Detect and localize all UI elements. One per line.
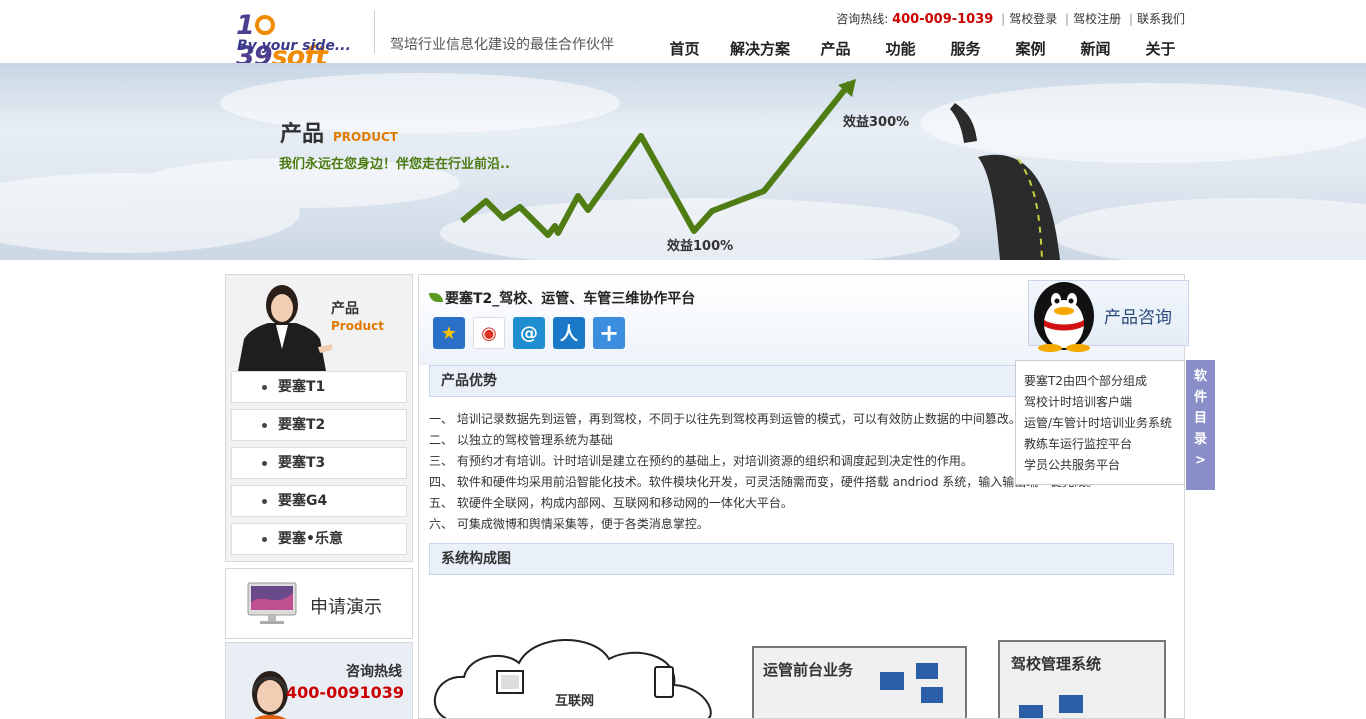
sidebar-item-t2[interactable]: 要塞T2	[231, 409, 407, 441]
product-menu: 产品 Product 要塞T1 要塞T2 要塞T3 要塞G4 要塞•乐意	[225, 274, 413, 562]
request-demo-button[interactable]: 申请演示	[225, 568, 413, 639]
main-nav: 首页 解决方案 产品 功能 服务 案例 新闻 关于	[652, 38, 1193, 59]
banner-slogan: 我们永远在您身边！伴您走在行业前沿..	[279, 157, 510, 172]
nav-features[interactable]: 功能	[868, 38, 933, 59]
catalog-tab[interactable]: 软 件 目 录 >	[1186, 360, 1215, 490]
section-diagram: 系统构成图	[429, 543, 1174, 575]
hotline-title: 咨询热线	[346, 664, 402, 680]
top-links: 咨询热线: 400-009-1039 | 驾校登录 | 驾校注册 | 联系我们	[836, 12, 1185, 27]
pc-icon	[496, 670, 524, 694]
sidebar-title-en: Product	[331, 319, 384, 333]
bullet-icon	[262, 385, 267, 390]
diagram-ops-label: 运管前台业务	[763, 661, 854, 679]
header-slogan: 驾培行业信息化建设的最佳合作伙伴	[390, 37, 614, 53]
advantages-list: 一、 培训记录数据先到运管，再到驾校，不同于以往先到驾校再到运管的模式，可以有效…	[429, 409, 1098, 535]
link-school-login[interactable]: 驾校登录	[1009, 12, 1057, 26]
share-buttons: ★ ◉ @ 人 +	[433, 317, 625, 349]
list-item: 一、 培训记录数据先到运管，再到驾校，不同于以往先到驾校再到运管的模式，可以有效…	[429, 412, 1021, 426]
nav-about[interactable]: 关于	[1128, 38, 1193, 59]
banner-label-low: 效益100%	[667, 239, 734, 254]
banner-title: 产品	[280, 122, 325, 147]
link-school-register[interactable]: 驾校注册	[1073, 12, 1121, 26]
list-item: 三、 有预约才有培训。计时培训是建立在预约的基础上，对培训资源的组织和调度起到决…	[429, 454, 973, 468]
mobile-icon	[654, 666, 674, 698]
bullet-icon	[262, 461, 267, 466]
nav-solutions[interactable]: 解决方案	[717, 38, 803, 59]
ops-box	[752, 646, 967, 718]
list-item: 六、 可集成微博和舆情采集等，便于各类消息掌控。	[429, 517, 709, 531]
logo[interactable]: 139soft By your side...	[236, 10, 366, 72]
list-item: 五、 软硬件全联网，构成内部网、互联网和移动网的一体化大平台。	[429, 496, 793, 510]
businesswoman-icon	[238, 285, 332, 371]
more-share-icon[interactable]: +	[593, 317, 625, 349]
bullet-icon	[262, 537, 267, 542]
sidebar-title: 产品	[331, 301, 359, 317]
catalog-item[interactable]: 学员公共服务平台	[1024, 455, 1184, 476]
qzone-icon[interactable]: ★	[433, 317, 465, 349]
logo-ring-icon	[254, 15, 275, 35]
imac-icon	[247, 582, 297, 624]
banner-title-en: PRODUCT	[333, 130, 398, 144]
catalog-item[interactable]: 要塞T2由四个部分组成	[1024, 371, 1184, 392]
logo-tagline: By your side...	[237, 38, 351, 54]
hotline-box: 咨询热线 400-0091039	[225, 642, 413, 719]
hotline-label: 咨询热线:	[836, 12, 889, 26]
diagram-cloud-label: 互联网	[555, 694, 595, 709]
banner: 产品 PRODUCT 我们永远在您身边！伴您走在行业前沿.. 效益300% 效益…	[0, 63, 1366, 260]
bullet-icon	[262, 423, 267, 428]
hotline-number-side: 400-0091039	[286, 683, 404, 702]
sidebar-item-t3[interactable]: 要塞T3	[231, 447, 407, 479]
renren-icon[interactable]: 人	[553, 317, 585, 349]
catalog-item[interactable]: 运管/车管计时培训业务系统	[1024, 413, 1184, 434]
chevron-right-icon: >	[1195, 453, 1206, 468]
qq-penguin-icon[interactable]	[1030, 276, 1098, 352]
link-contact-us[interactable]: 联系我们	[1137, 12, 1185, 26]
catalog-item[interactable]: 驾校计时培训客户端	[1024, 392, 1184, 413]
nav-home[interactable]: 首页	[652, 38, 717, 59]
bullet-icon	[262, 499, 267, 504]
leaf-icon	[429, 293, 443, 302]
sidebar-header: 产品 Product	[226, 275, 412, 371]
hotline-number: 400-009-1039	[892, 12, 994, 27]
diagram-school-label: 驾校管理系统	[1011, 655, 1102, 673]
list-item: 四、 软件和硬件均采用前沿智能化技术。软件模块化开发，可灵活随需而变，硬件搭载 …	[429, 475, 1099, 489]
page-title: 要塞T2_驾校、运管、车管三维协作平台	[429, 288, 695, 308]
logo-divider	[374, 10, 375, 54]
banner-label-high: 效益300%	[843, 115, 910, 130]
software-catalog: 要塞T2由四个部分组成 驾校计时培训客户端 运管/车管计时培训业务系统 教练车运…	[1015, 360, 1185, 485]
banner-graphic	[0, 73, 1366, 260]
sidebar-item-g4[interactable]: 要塞G4	[231, 485, 407, 517]
list-item: 二、 以独立的驾校管理系统为基础	[429, 433, 613, 447]
header: 139soft By your side... 驾培行业信息化建设的最佳合作伙伴…	[0, 0, 1366, 72]
catalog-item[interactable]: 教练车运行监控平台	[1024, 434, 1184, 455]
sidebar: 产品 Product 要塞T1 要塞T2 要塞T3 要塞G4 要塞•乐意 申请演…	[225, 274, 413, 719]
weibo-icon[interactable]: ◉	[473, 317, 505, 349]
nav-news[interactable]: 新闻	[1063, 38, 1128, 59]
nav-cases[interactable]: 案例	[998, 38, 1063, 59]
nav-services[interactable]: 服务	[933, 38, 998, 59]
tencent-weibo-icon[interactable]: @	[513, 317, 545, 349]
sidebar-item-t1[interactable]: 要塞T1	[231, 371, 407, 403]
sidebar-item-leyi[interactable]: 要塞•乐意	[231, 523, 407, 555]
nav-products[interactable]: 产品	[803, 38, 868, 59]
